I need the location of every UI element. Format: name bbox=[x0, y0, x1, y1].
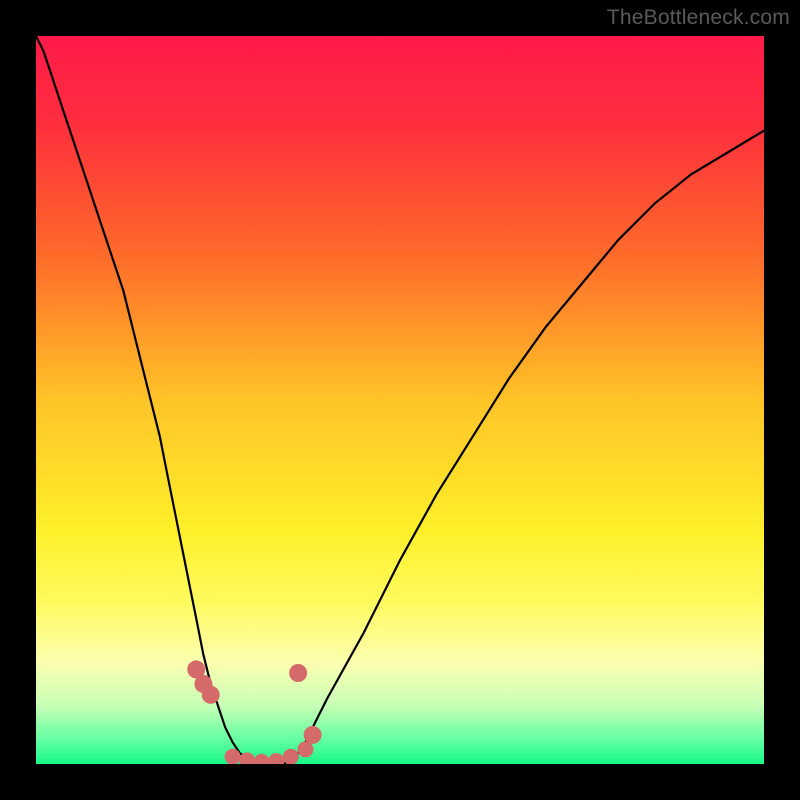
marker-dot bbox=[289, 664, 307, 682]
watermark-text: TheBottleneck.com bbox=[607, 6, 790, 30]
marker-dot bbox=[283, 749, 299, 764]
marker-dot bbox=[225, 749, 241, 764]
marker-dot bbox=[304, 726, 322, 744]
plot-svg bbox=[36, 36, 764, 764]
marker-dot bbox=[202, 686, 220, 704]
gradient-background bbox=[36, 36, 764, 764]
marker-dot bbox=[297, 741, 313, 757]
chart-container: TheBottleneck.com bbox=[0, 0, 800, 800]
